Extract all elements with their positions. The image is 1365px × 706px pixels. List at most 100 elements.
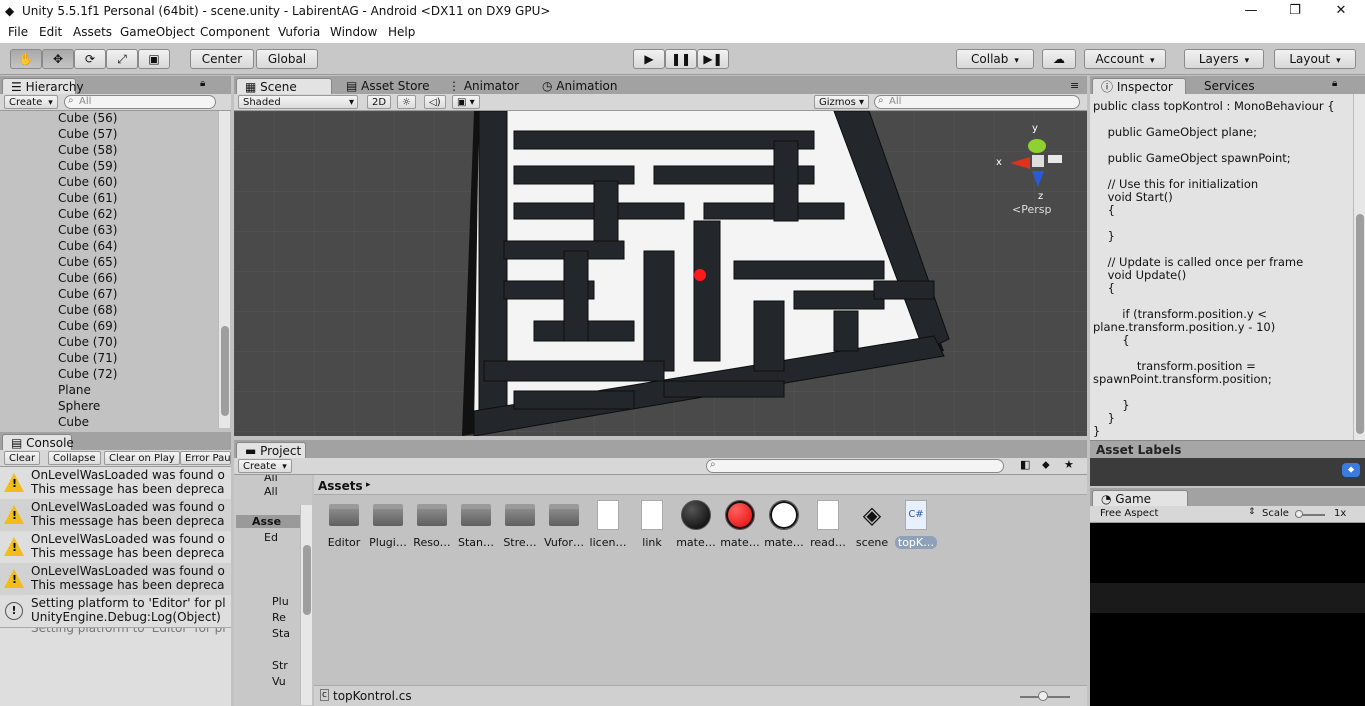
scene-orientation-gizmo[interactable]: y x z <Persp [994, 121, 1074, 216]
asset-item[interactable]: Stre… [499, 500, 541, 549]
shading-mode-dropdown[interactable]: Shaded ▾ [238, 95, 358, 109]
rotate-tool-button[interactable]: ⟳ [74, 49, 106, 69]
list-item[interactable]: Plane [58, 383, 91, 397]
scale-tool-button[interactable]: ⤢ [106, 49, 138, 69]
list-item[interactable]: Cube (69) [58, 319, 117, 333]
menu-vuforia[interactable]: Vuforia [278, 25, 320, 39]
account-dropdown[interactable]: Account [1084, 49, 1166, 69]
star-icon[interactable]: ★ [1064, 458, 1074, 471]
rect-tool-button[interactable]: ▣ [138, 49, 170, 69]
asset-item[interactable]: read… [807, 500, 849, 549]
label-icon[interactable]: ⬥ [1042, 458, 1050, 472]
tab-project[interactable]: ▬ Project [236, 442, 306, 458]
tree-item[interactable]: Str [272, 659, 288, 672]
menu-gameobject[interactable]: GameObject [120, 25, 195, 39]
cloud-button[interactable]: ☁ [1042, 49, 1076, 69]
list-item[interactable]: Cube (56) [58, 111, 117, 125]
asset-item[interactable]: ◈ scene [851, 500, 893, 549]
table-row[interactable]: OnLevelWasLoaded was found o This messag… [0, 499, 231, 531]
pivot-global-button[interactable]: Global [256, 49, 318, 69]
asset-item[interactable]: Stan… [455, 500, 497, 549]
list-item[interactable]: Cube (64) [58, 239, 117, 253]
tab-animation[interactable]: ◷ Animation [534, 78, 625, 94]
hierarchy-scrollbar[interactable] [218, 111, 230, 428]
menu-file[interactable]: File [8, 25, 28, 39]
console-clear-button[interactable]: Clear [4, 451, 41, 465]
tab-hierarchy[interactable]: ☰ Hierarchy [2, 78, 84, 94]
list-item[interactable]: Sphere [58, 399, 100, 413]
menu-edit[interactable]: Edit [39, 25, 62, 39]
list-item[interactable]: Cube (63) [58, 223, 117, 237]
close-button[interactable]: ✕ [1318, 0, 1364, 23]
inspector-scroll-thumb[interactable] [1356, 214, 1364, 434]
audio-toggle[interactable]: ◁) [424, 95, 446, 109]
gizmo-z-cone[interactable] [1032, 171, 1044, 187]
tab-game[interactable]: ◔ Game [1092, 490, 1188, 506]
list-item[interactable]: Cube (67) [58, 287, 117, 301]
asset-item[interactable]: licen… [587, 500, 629, 549]
maximize-button[interactable]: ❐ [1272, 0, 1318, 23]
gizmo-neg-x-cone[interactable] [1048, 155, 1062, 163]
gizmo-x-cone[interactable] [1010, 157, 1030, 169]
project-create-dropdown[interactable]: Create [238, 459, 292, 473]
list-item[interactable]: Cube (68) [58, 303, 117, 317]
menu-component[interactable]: Component [200, 25, 270, 39]
lighting-toggle[interactable]: ☼ [397, 95, 416, 109]
asset-item[interactable]: Vufor… [543, 500, 585, 549]
list-item[interactable]: Cube (72) [58, 367, 117, 381]
asset-item[interactable]: Editor [323, 500, 365, 549]
lock-icon[interactable]: 🔒︎ [200, 78, 205, 89]
filter-type-icon[interactable]: ◧ [1020, 458, 1030, 471]
list-item[interactable]: Cube (61) [58, 191, 117, 205]
tab-asset-store[interactable]: ▤ Asset Store [338, 78, 438, 94]
list-item[interactable]: Cube (58) [58, 143, 117, 157]
list-item[interactable]: Cube (66) [58, 271, 117, 285]
tree-item[interactable]: Sta [272, 627, 290, 640]
minimize-button[interactable]: — [1228, 0, 1274, 23]
list-item[interactable]: Cube (70) [58, 335, 117, 349]
layers-dropdown[interactable]: Layers [1184, 49, 1264, 69]
tab-scene[interactable]: ▦ Scene [236, 78, 332, 94]
tab-services[interactable]: Services [1196, 78, 1263, 94]
asset-item[interactable]: mate… [719, 500, 761, 549]
aspect-dropdown[interactable]: Free Aspect [1100, 508, 1158, 519]
asset-item[interactable]: mate… [763, 500, 805, 549]
asset-item[interactable]: Plugi… [367, 500, 409, 549]
tree-item[interactable]: All [264, 475, 278, 484]
toggle-2d-button[interactable]: 2D [367, 95, 392, 109]
tab-console[interactable]: ▤ Console [2, 434, 74, 450]
tree-item[interactable]: Ed [264, 531, 278, 544]
tree-scroll-thumb[interactable] [303, 545, 311, 615]
scene-search-input[interactable]: All [874, 95, 1080, 109]
asset-item[interactable]: link [631, 500, 673, 549]
effects-dropdown[interactable]: ▣ ▾ [452, 95, 480, 109]
tree-item[interactable]: Re [272, 611, 286, 624]
table-row[interactable]: OnLevelWasLoaded was found o This messag… [0, 531, 231, 563]
console-collapse-button[interactable]: Collapse [48, 451, 101, 465]
list-item[interactable]: Cube (57) [58, 127, 117, 141]
table-row[interactable]: ! Setting platform to 'Editor' for pl Un… [0, 595, 231, 627]
inspector-scrollbar[interactable] [1353, 94, 1365, 440]
asset-item[interactable]: Reso… [411, 500, 453, 549]
table-row[interactable]: OnLevelWasLoaded was found o This messag… [0, 467, 231, 499]
table-row[interactable]: OnLevelWasLoaded was found o This messag… [0, 563, 231, 595]
persp-label[interactable]: <Persp [1012, 203, 1051, 216]
gizmo-y-cone[interactable] [1028, 139, 1046, 153]
pause-button[interactable]: ❚❚ [665, 49, 697, 69]
list-item[interactable]: Cube (65) [58, 255, 117, 269]
play-button[interactable]: ▶ [633, 49, 665, 69]
hierarchy-create-dropdown[interactable]: Create [4, 95, 58, 109]
menu-assets[interactable]: Assets [73, 25, 112, 39]
console-error-pause-button[interactable]: Error Pau [180, 451, 231, 465]
move-tool-button[interactable]: ✥ [42, 49, 74, 69]
step-button[interactable]: ▶❚ [697, 49, 729, 69]
list-item[interactable]: Cube (60) [58, 175, 117, 189]
project-search-input[interactable] [706, 459, 1004, 473]
hierarchy-scroll-thumb[interactable] [221, 326, 229, 416]
pivot-center-button[interactable]: Center [190, 49, 254, 69]
collab-dropdown[interactable]: Collab [956, 49, 1034, 69]
tree-item[interactable]: Vu [272, 675, 286, 688]
lock-icon[interactable]: 🔒︎ [1332, 78, 1337, 89]
tree-scrollbar[interactable] [300, 505, 312, 705]
tree-item[interactable]: All [264, 485, 278, 498]
